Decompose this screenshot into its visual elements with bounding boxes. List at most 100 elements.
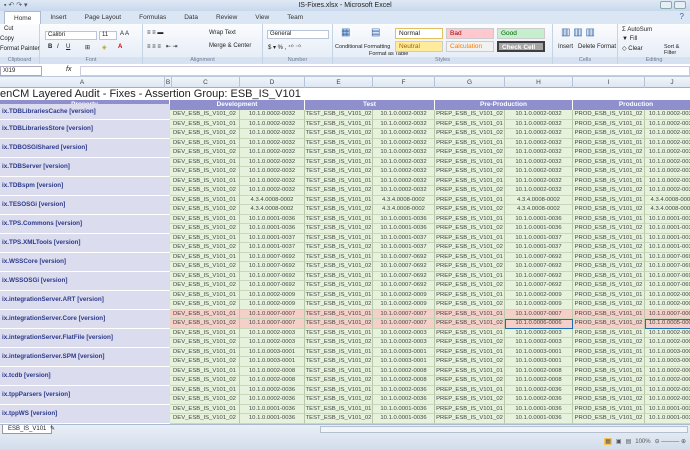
column-header-d[interactable]: D — [240, 77, 305, 88]
version-cell[interactable]: 10.1.0.0001-0036 — [373, 414, 435, 424]
environment-name-cell[interactable]: TEST_ESB_IS_V101_01 — [305, 252, 373, 262]
version-cell[interactable]: 10.1.0.0002-0009 — [645, 300, 690, 310]
environment-name-cell[interactable]: PREP_ESB_IS_V101_02 — [435, 205, 505, 215]
style-check-cell[interactable]: Check Cell — [497, 41, 545, 52]
version-cell[interactable]: 10.1.0.0001-0036 — [645, 404, 690, 414]
environment-name-cell[interactable]: TEST_ESB_IS_V101_02 — [305, 338, 373, 348]
environment-name-cell[interactable]: PROD_ESB_IS_V101_01 — [573, 309, 645, 319]
version-cell[interactable]: 4.3.4.0008-0002 — [373, 205, 435, 215]
version-cell[interactable]: 10.1.0.0001-0037 — [645, 233, 690, 243]
version-cell[interactable]: 10.1.0.0002-0032 — [373, 110, 435, 120]
environment-name-cell[interactable]: PREP_ESB_IS_V101_01 — [435, 328, 505, 338]
version-cell[interactable]: 10.1.0.0002-0032 — [505, 148, 573, 158]
environment-name-cell[interactable]: PROD_ESB_IS_V101_02 — [573, 186, 645, 196]
version-cell[interactable]: 4.3.4.0008-0002 — [505, 205, 573, 215]
version-cell[interactable]: 10.1.0.0002-0009 — [240, 300, 305, 310]
font-color-button[interactable]: A — [118, 44, 122, 50]
version-cell[interactable]: 10.1.0.0002-0032 — [373, 176, 435, 186]
environment-name-cell[interactable]: PREP_ESB_IS_V101_02 — [435, 281, 505, 291]
environment-name-cell[interactable]: PROD_ESB_IS_V101_01 — [573, 290, 645, 300]
version-cell[interactable]: 10.1.0.0002-0032 — [505, 176, 573, 186]
version-cell[interactable]: 10.1.0.0007-0692 — [240, 281, 305, 291]
environment-name-cell[interactable]: DEV_ESB_IS_V101_02 — [170, 243, 240, 253]
version-cell[interactable]: 10.1.0.0001-0036 — [373, 404, 435, 414]
column-header-b[interactable]: B — [165, 77, 172, 88]
number-format-select[interactable]: General — [267, 30, 329, 39]
column-header-f[interactable]: F — [373, 77, 435, 88]
environment-name-cell[interactable]: PROD_ESB_IS_V101_01 — [573, 195, 645, 205]
environment-name-cell[interactable]: PROD_ESB_IS_V101_02 — [573, 224, 645, 234]
version-cell[interactable]: 10.1.0.0001-0036 — [240, 414, 305, 424]
version-cell[interactable]: 10.1.0.0002-0032 — [645, 110, 690, 120]
tab-review[interactable]: Review — [207, 11, 246, 24]
environment-name-cell[interactable]: TEST_ESB_IS_V101_02 — [305, 205, 373, 215]
environment-name-cell[interactable]: DEV_ESB_IS_V101_02 — [170, 357, 240, 367]
version-cell[interactable]: 10.1.0.0002-0008 — [373, 376, 435, 386]
environment-name-cell[interactable]: PREP_ESB_IS_V101_02 — [435, 167, 505, 177]
column-header-g[interactable]: G — [435, 77, 505, 88]
version-cell[interactable]: 10.1.0.0001-0037 — [373, 233, 435, 243]
environment-name-cell[interactable]: DEV_ESB_IS_V101_01 — [170, 271, 240, 281]
environment-name-cell[interactable]: TEST_ESB_IS_V101_02 — [305, 148, 373, 158]
version-cell[interactable]: 10.1.0.0002-0032 — [240, 148, 305, 158]
column-header-h[interactable]: H — [505, 77, 573, 88]
environment-name-cell[interactable]: TEST_ESB_IS_V101_02 — [305, 262, 373, 272]
version-cell[interactable]: 10.1.0.0002-0008 — [645, 376, 690, 386]
environment-name-cell[interactable]: PREP_ESB_IS_V101_02 — [435, 262, 505, 272]
environment-name-cell[interactable]: PREP_ESB_IS_V101_01 — [435, 119, 505, 129]
environment-name-cell[interactable]: TEST_ESB_IS_V101_02 — [305, 129, 373, 139]
environment-name-cell[interactable]: PROD_ESB_IS_V101_01 — [573, 252, 645, 262]
environment-name-cell[interactable]: DEV_ESB_IS_V101_02 — [170, 148, 240, 158]
format-painter-button[interactable]: Format Painter — [0, 46, 40, 52]
version-cell[interactable]: 10.1.0.0001-0037 — [373, 243, 435, 253]
style-neutral[interactable]: Neutral — [395, 41, 443, 52]
version-cell[interactable]: 10.1.0.0002-0032 — [373, 119, 435, 129]
environment-name-cell[interactable]: PREP_ESB_IS_V101_01 — [435, 157, 505, 167]
version-cell[interactable]: 10.1.0.0002-0009 — [505, 290, 573, 300]
version-cell[interactable]: 10.1.0.0002-0008 — [240, 366, 305, 376]
conditional-formatting-button[interactable]: Conditional Formatting — [335, 44, 390, 50]
version-cell[interactable]: 10.1.0.0002-0032 — [240, 110, 305, 120]
environment-name-cell[interactable]: TEST_ESB_IS_V101_02 — [305, 243, 373, 253]
cut-button[interactable]: Cut — [4, 26, 13, 32]
version-cell[interactable]: 10.1.0.0003-0001 — [240, 347, 305, 357]
environment-name-cell[interactable]: DEV_ESB_IS_V101_02 — [170, 129, 240, 139]
environment-name-cell[interactable]: DEV_ESB_IS_V101_01 — [170, 157, 240, 167]
version-cell[interactable]: 10.1.0.0002-0032 — [505, 119, 573, 129]
version-cell[interactable]: 4.3.4.0008-0002 — [240, 205, 305, 215]
version-cell[interactable]: 10.1.0.0001-0036 — [645, 224, 690, 234]
environment-name-cell[interactable]: DEV_ESB_IS_V101_01 — [170, 252, 240, 262]
environment-name-cell[interactable]: DEV_ESB_IS_V101_01 — [170, 195, 240, 205]
version-cell[interactable]: 10.1.0.0002-0036 — [240, 395, 305, 405]
sheet-tab-esb-is-v101[interactable]: ESB_IS_V101 — [2, 425, 53, 434]
version-cell[interactable]: 10.1.0.0002-0008 — [240, 376, 305, 386]
merge-center-button[interactable]: Merge & Center — [209, 43, 251, 49]
version-cell[interactable]: 10.1.0.0002-0003 — [505, 338, 573, 348]
environment-name-cell[interactable]: PROD_ESB_IS_V101_02 — [573, 338, 645, 348]
environment-name-cell[interactable]: PREP_ESB_IS_V101_01 — [435, 347, 505, 357]
environment-name-cell[interactable]: PREP_ESB_IS_V101_01 — [435, 233, 505, 243]
version-cell[interactable]: 10.1.0.0002-0032 — [505, 129, 573, 139]
version-cell[interactable]: 10.1.0.0007-0692 — [645, 281, 690, 291]
environment-name-cell[interactable]: PROD_ESB_IS_V101_01 — [573, 233, 645, 243]
version-cell[interactable]: 10.1.0.0003-0001 — [373, 347, 435, 357]
version-cell[interactable]: 10.1.0.0007-0692 — [373, 281, 435, 291]
font-size-select[interactable]: 11 — [99, 31, 117, 40]
version-cell[interactable]: 10.1.0.0002-0032 — [373, 138, 435, 148]
environment-name-cell[interactable]: TEST_ESB_IS_V101_01 — [305, 309, 373, 319]
environment-name-cell[interactable]: DEV_ESB_IS_V101_02 — [170, 414, 240, 424]
version-cell[interactable]: 10.1.0.0007-0007 — [373, 319, 435, 329]
version-cell[interactable]: 10.1.0.0007-0692 — [645, 271, 690, 281]
version-cell[interactable]: 10.1.0.0002-0003 — [505, 328, 573, 338]
version-cell[interactable]: 10.1.0.0006-0006 — [505, 319, 573, 329]
version-cell[interactable]: 10.1.0.0001-0037 — [505, 243, 573, 253]
autosum-button[interactable]: Σ AutoSum — [622, 27, 652, 33]
fill-color-button[interactable]: ◈ — [102, 44, 107, 51]
italic-button[interactable]: I — [57, 44, 59, 50]
version-cell[interactable]: 10.1.0.0007-0692 — [240, 252, 305, 262]
version-cell[interactable]: 10.1.0.0001-0036 — [240, 404, 305, 414]
environment-name-cell[interactable]: PROD_ESB_IS_V101_02 — [573, 243, 645, 253]
restore-button[interactable] — [674, 1, 686, 9]
borders-button[interactable]: ⊞ — [85, 44, 90, 51]
bold-button[interactable]: B — [48, 44, 52, 50]
